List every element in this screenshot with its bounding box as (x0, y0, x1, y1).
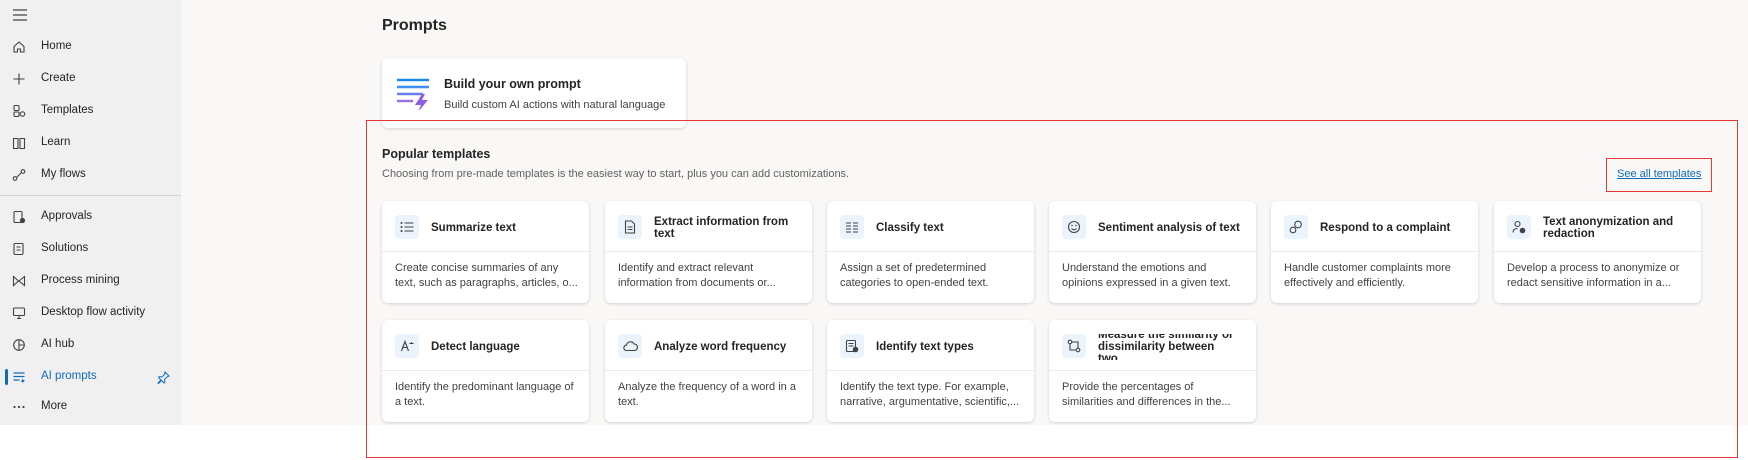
person-lock-icon (1507, 215, 1531, 239)
template-card-description: Identify the text type. For example, nar… (840, 381, 1020, 408)
sidebar-item-label: Approvals (41, 210, 93, 222)
template-card-extract-information[interactable]: Extract information from text Identify a… (605, 201, 812, 303)
see-all-templates-link[interactable]: See all templates (1617, 168, 1701, 180)
flow-icon (11, 167, 27, 183)
popular-templates-title: Popular templates (382, 147, 491, 161)
sidebar-item-more[interactable]: More (0, 392, 181, 422)
template-card-title: Extract information from text (654, 216, 789, 240)
sidebar-item-label: Templates (41, 104, 94, 116)
sidebar-item-my-flows[interactable]: My flows (0, 160, 181, 190)
template-card-classify-text[interactable]: Classify text Assign a set of predetermi… (827, 201, 1034, 303)
book-icon (11, 135, 27, 151)
template-card-sentiment-analysis[interactable]: Sentiment analysis of text Understand th… (1049, 201, 1256, 303)
text-type-icon (840, 334, 864, 358)
sidebar-item-label: More (41, 400, 68, 412)
template-card-description: Identify the predominant language of a t… (395, 381, 574, 408)
template-card-text-anonymization[interactable]: Text anonymization and redaction Develop… (1494, 201, 1701, 303)
pin-icon[interactable] (155, 369, 171, 385)
sidebar-item-ai-prompts[interactable]: AI prompts (0, 362, 181, 392)
hamburger-menu-icon[interactable] (10, 5, 30, 25)
sidebar-item-label: Create (41, 72, 76, 84)
build-card-description: Build custom AI actions with natural lan… (444, 99, 666, 111)
template-card-title: Identify text types (876, 341, 974, 353)
build-your-own-prompt-card[interactable]: Build your own prompt Build custom AI ac… (382, 58, 686, 128)
template-card-summarize-text[interactable]: Summarize text Create concise summaries … (382, 201, 589, 303)
solutions-icon (11, 241, 27, 257)
plus-icon (11, 71, 27, 87)
sidebar-item-label: AI prompts (41, 370, 97, 382)
sidebar-item-label: My flows (41, 168, 86, 180)
template-card-description: Create concise summaries of any text, su… (395, 262, 578, 289)
document-icon (618, 215, 642, 239)
sidebar-item-home[interactable]: Home (0, 32, 181, 62)
template-card-description: Assign a set of predetermined categories… (840, 262, 989, 289)
home-icon (11, 39, 27, 55)
template-card-title: Classify text (876, 222, 944, 234)
sidebar-item-process-mining[interactable]: Process mining (0, 266, 181, 296)
sidebar-item-label: Desktop flow activity (41, 306, 146, 318)
template-card-title: Text anonymization and redaction (1543, 216, 1674, 240)
list-icon (395, 215, 419, 239)
sidebar-item-label: AI hub (41, 338, 75, 350)
sidebar: Home Create Templates Learn My flows App… (0, 0, 181, 425)
approvals-icon (11, 209, 27, 225)
sidebar-item-label: Process mining (41, 274, 120, 286)
build-card-title: Build your own prompt (444, 77, 581, 91)
smiley-icon (1062, 215, 1086, 239)
compare-icon (1062, 334, 1086, 358)
sidebar-divider (0, 195, 181, 196)
cloud-icon (618, 334, 642, 358)
template-card-title: Respond to a complaint (1320, 222, 1451, 234)
sidebar-item-label: Solutions (41, 242, 89, 254)
template-card-title: Summarize text (431, 222, 517, 234)
template-card-description: Analyze the frequency of a word in a tex… (618, 381, 796, 408)
template-card-respond-to-complaint[interactable]: Respond to a complaint Handle customer c… (1271, 201, 1478, 303)
sidebar-item-create[interactable]: Create (0, 64, 181, 94)
template-card-description: Provide the percentages of similarities … (1062, 381, 1231, 408)
ai-prompts-icon (11, 369, 27, 385)
sidebar-item-learn[interactable]: Learn (0, 128, 181, 158)
template-card-description: Understand the emotions and opinions exp… (1062, 262, 1231, 289)
sidebar-item-approvals[interactable]: Approvals (0, 202, 181, 232)
sidebar-item-label: Home (41, 40, 72, 52)
ai-hub-icon (11, 337, 27, 353)
language-icon (395, 334, 419, 358)
template-card-detect-language[interactable]: Detect language Identify the predominant… (382, 320, 589, 422)
template-card-description: Handle customer complaints more effectiv… (1284, 262, 1451, 289)
active-indicator (5, 369, 8, 385)
desktop-icon (11, 305, 27, 321)
template-card-title: Sentiment analysis of text (1098, 222, 1240, 234)
template-card-description: Develop a process to anonymize or redact… (1507, 262, 1680, 289)
template-card-measure-similarity[interactable]: Measure the similarity or dissimilarity … (1049, 320, 1256, 422)
sidebar-item-ai-hub[interactable]: AI hub (0, 330, 181, 360)
template-card-description: Identify and extract relevant informatio… (618, 262, 776, 289)
build-prompt-icon (396, 76, 430, 112)
sidebar-item-solutions[interactable]: Solutions (0, 234, 181, 264)
chat-gear-icon (1284, 215, 1308, 239)
sidebar-item-label: Learn (41, 136, 71, 148)
popular-templates-description: Choosing from pre-made templates is the … (382, 168, 850, 180)
template-card-identify-text-types[interactable]: Identify text types Identify the text ty… (827, 320, 1034, 422)
more-icon (11, 399, 27, 415)
template-card-title: Measure the similarity or dissimilarity … (1098, 334, 1234, 360)
process-mining-icon (11, 273, 27, 289)
template-card-analyze-word-frequency[interactable]: Analyze word frequency Analyze the frequ… (605, 320, 812, 422)
templates-icon (11, 103, 27, 119)
template-card-title: Analyze word frequency (654, 341, 787, 353)
columns-icon (840, 215, 864, 239)
sidebar-item-templates[interactable]: Templates (0, 96, 181, 126)
template-card-title: Detect language (431, 341, 520, 353)
page-title: Prompts (382, 17, 447, 34)
sidebar-item-desktop-flow-activity[interactable]: Desktop flow activity (0, 298, 181, 328)
